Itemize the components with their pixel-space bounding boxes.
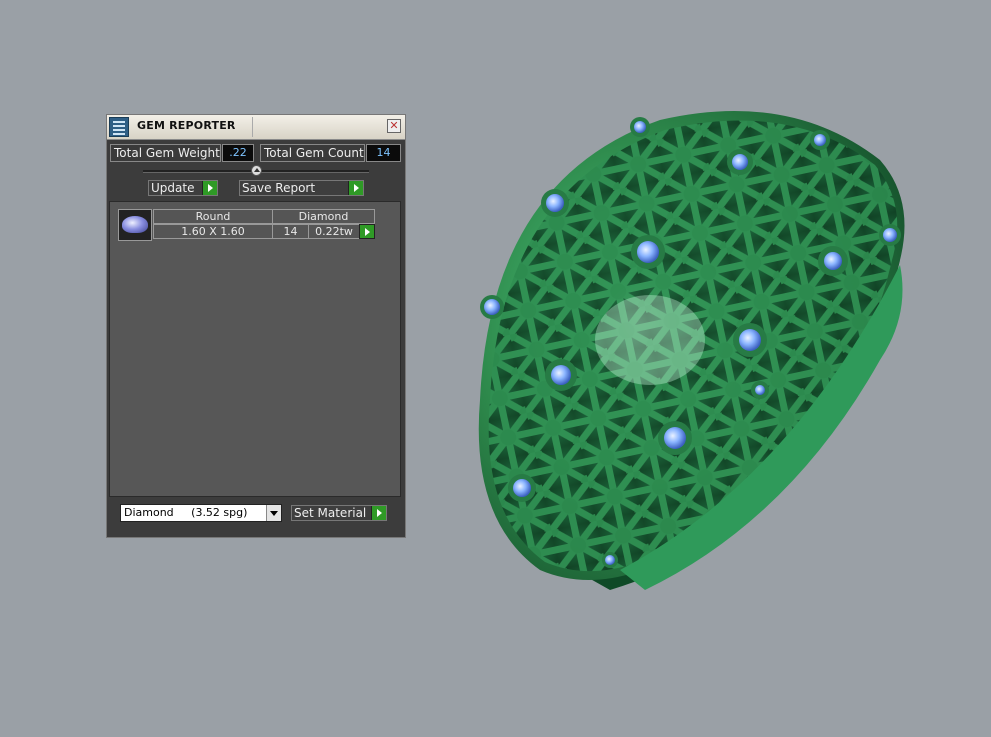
gem-material-cell: Diamond <box>272 209 375 224</box>
gem-list[interactable]: Round Diamond 1.60 X 1.60 14 0.22tw <box>109 201 401 497</box>
play-arrow-icon <box>348 181 363 195</box>
round-gem-icon[interactable] <box>118 209 152 241</box>
play-arrow-icon <box>202 181 217 195</box>
gem-select-button[interactable] <box>359 224 375 239</box>
set-material-button[interactable]: Set Material <box>291 505 387 521</box>
panel-title: GEM REPORTER <box>137 119 236 132</box>
title-divider <box>252 117 253 137</box>
gem-reporter-panel: GEM REPORTER ✕ Total Gem Weight .22 Tota… <box>106 114 406 538</box>
save-report-button[interactable]: Save Report <box>239 180 364 196</box>
gem-count-cell: 14 <box>272 224 309 239</box>
update-button[interactable]: Update <box>148 180 218 196</box>
ring-highlight <box>595 295 705 385</box>
save-report-button-label: Save Report <box>242 181 316 195</box>
update-button-label: Update <box>151 181 195 195</box>
size-slider-handle[interactable] <box>251 165 262 176</box>
3d-viewport-ring-render[interactable] <box>460 100 920 610</box>
material-select-value: Diamond (3.52 spg) <box>124 506 248 519</box>
material-select[interactable]: Diamond (3.52 spg) <box>120 504 282 522</box>
gem-reporter-icon <box>109 117 129 137</box>
close-icon[interactable]: ✕ <box>387 119 401 133</box>
set-material-button-label: Set Material <box>294 506 367 520</box>
gem-size-cell: 1.60 X 1.60 <box>153 224 273 239</box>
play-arrow-icon <box>371 506 386 520</box>
title-bar[interactable]: GEM REPORTER ✕ <box>107 115 405 140</box>
gem-weight-cell: 0.22tw <box>308 224 360 239</box>
total-gem-count-value: 14 <box>366 144 401 162</box>
total-gem-weight-label: Total Gem Weight <box>110 144 221 162</box>
play-arrow-icon <box>360 225 374 238</box>
gem-shape-cell: Round <box>153 209 273 224</box>
chevron-down-icon[interactable] <box>266 505 281 521</box>
total-gem-weight-value: .22 <box>222 144 254 162</box>
total-gem-count-label: Total Gem Count <box>260 144 365 162</box>
